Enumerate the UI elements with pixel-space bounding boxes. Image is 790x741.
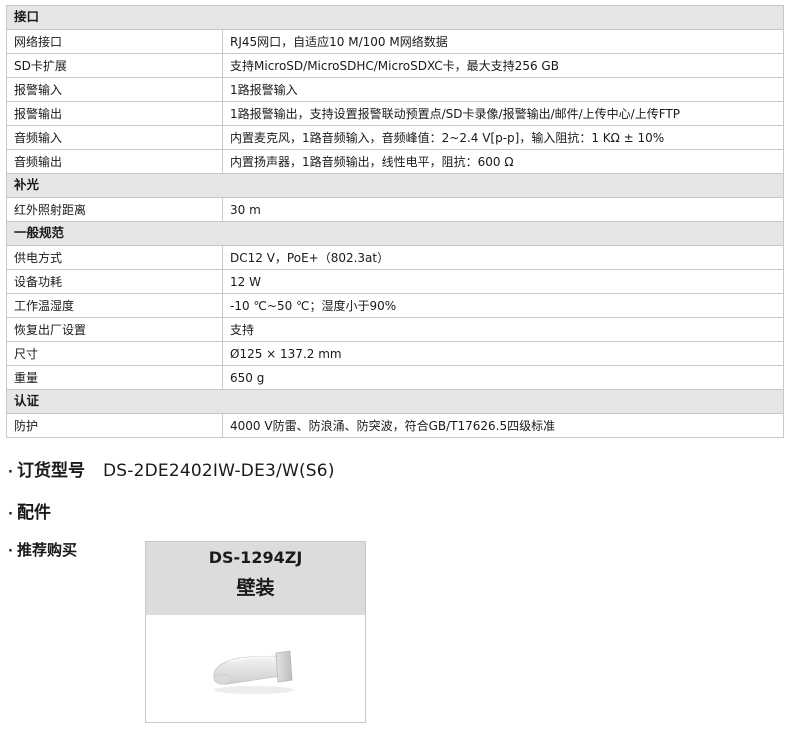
spec-value: 1路报警输出，支持设置报警联动预置点/SD卡录像/报警输出/邮件/上传中心/上传… bbox=[222, 101, 784, 126]
section-header-row: 认证 bbox=[6, 389, 784, 414]
spec-row: 恢复出厂设置 支持 bbox=[6, 317, 784, 342]
spec-label: 红外照射距离 bbox=[6, 197, 223, 222]
product-card-header: DS-1294ZJ 壁装 bbox=[146, 542, 365, 615]
bullet-icon: · bbox=[8, 507, 13, 522]
order-model-title: 订货型号 bbox=[17, 461, 85, 481]
order-model-heading: · 订货型号 DS-2DE2402IW-DE3/W(S6) bbox=[8, 456, 335, 481]
spec-label: 报警输出 bbox=[6, 101, 223, 126]
spec-value: -10 ℃~50 ℃；湿度小于90% bbox=[222, 293, 784, 318]
spec-label: 供电方式 bbox=[6, 245, 223, 270]
spec-value: DC12 V，PoE+（802.3at） bbox=[222, 245, 784, 270]
section-title: 接口 bbox=[6, 5, 784, 30]
spec-label: 工作温湿度 bbox=[6, 293, 223, 318]
spec-value: 4000 V防雷、防浪涌、防突波，符合GB/T17626.5四级标准 bbox=[222, 413, 784, 438]
spec-row: SD卡扩展 支持MicroSD/MicroSDHC/MicroSDXC卡，最大支持… bbox=[6, 53, 784, 78]
section-header-row: 接口 bbox=[6, 5, 784, 30]
spec-label: 音频输入 bbox=[6, 125, 223, 150]
spec-label: 重量 bbox=[6, 365, 223, 390]
spec-row: 设备功耗 12 W bbox=[6, 269, 784, 294]
product-model: DS-1294ZJ bbox=[208, 548, 303, 567]
spec-label: 网络接口 bbox=[6, 29, 223, 54]
section-title: 认证 bbox=[6, 389, 784, 414]
bullet-icon: · bbox=[8, 544, 13, 559]
spec-value: 支持MicroSD/MicroSDHC/MicroSDXC卡，最大支持256 G… bbox=[222, 53, 784, 78]
spec-value: RJ45网口，自适应10 M/100 M网络数据 bbox=[222, 29, 784, 54]
accessories-title: 配件 bbox=[17, 503, 51, 523]
spec-row: 尺寸 Ø125 × 137.2 mm bbox=[6, 341, 784, 366]
spec-row: 供电方式 DC12 V，PoE+（802.3at） bbox=[6, 245, 784, 270]
spec-row: 重量 650 g bbox=[6, 365, 784, 390]
spec-row: 网络接口 RJ45网口，自适应10 M/100 M网络数据 bbox=[6, 29, 784, 54]
spec-row: 防护 4000 V防雷、防浪涌、防突波，符合GB/T17626.5四级标准 bbox=[6, 413, 784, 438]
spec-row: 音频输入 内置麦克风，1路音频输入，音频峰值：2~2.4 V[p-p]，输入阻抗：… bbox=[6, 125, 784, 150]
spec-table: 接口 网络接口 RJ45网口，自适应10 M/100 M网络数据 SD卡扩展 支持Mic… bbox=[6, 5, 784, 438]
spec-row: 报警输入 1路报警输入 bbox=[6, 77, 784, 102]
spec-label: 防护 bbox=[6, 413, 223, 438]
spec-value: 30 m bbox=[222, 197, 784, 222]
spec-label: 尺寸 bbox=[6, 341, 223, 366]
accessories-heading: · 配件 bbox=[8, 498, 51, 523]
product-name: 壁装 bbox=[236, 577, 275, 599]
recommend-title: 推荐购买 bbox=[17, 541, 78, 559]
spec-value: 1路报警输入 bbox=[222, 77, 784, 102]
spec-table-body: 接口 网络接口 RJ45网口，自适应10 M/100 M网络数据 SD卡扩展 支持Mic… bbox=[6, 5, 784, 438]
spec-label: 恢复出厂设置 bbox=[6, 317, 223, 342]
spec-row: 音频输出 内置扬声器，1路音频输出，线性电平，阻抗：600 Ω bbox=[6, 149, 784, 174]
recommend-heading: · 推荐购买 bbox=[8, 539, 77, 560]
product-card[interactable]: DS-1294ZJ 壁装 bbox=[145, 541, 366, 723]
spec-label: 音频输出 bbox=[6, 149, 223, 174]
section-title: 一般规范 bbox=[6, 221, 784, 246]
order-model-value: DS-2DE2402IW-DE3/W(S6) bbox=[103, 461, 335, 481]
spec-label: 设备功耗 bbox=[6, 269, 223, 294]
section-header-row: 一般规范 bbox=[6, 221, 784, 246]
wall-mount-bracket-icon bbox=[206, 646, 302, 700]
spec-value: 内置扬声器，1路音频输出，线性电平，阻抗：600 Ω bbox=[222, 149, 784, 174]
spec-row: 报警输出 1路报警输出，支持设置报警联动预置点/SD卡录像/报警输出/邮件/上传中… bbox=[6, 101, 784, 126]
spec-value: Ø125 × 137.2 mm bbox=[222, 341, 784, 366]
bullet-icon: · bbox=[8, 465, 13, 480]
spec-row: 红外照射距离 30 m bbox=[6, 197, 784, 222]
spec-label: 报警输入 bbox=[6, 77, 223, 102]
section-header-row: 补光 bbox=[6, 173, 784, 198]
section-title: 补光 bbox=[6, 173, 784, 198]
spec-value: 12 W bbox=[222, 269, 784, 294]
spec-value: 内置麦克风，1路音频输入，音频峰值：2~2.4 V[p-p]，输入阻抗：1 KΩ… bbox=[222, 125, 784, 150]
spec-value: 支持 bbox=[222, 317, 784, 342]
spec-row: 工作温湿度 -10 ℃~50 ℃；湿度小于90% bbox=[6, 293, 784, 318]
spec-value: 650 g bbox=[222, 365, 784, 390]
spec-label: SD卡扩展 bbox=[6, 53, 223, 78]
